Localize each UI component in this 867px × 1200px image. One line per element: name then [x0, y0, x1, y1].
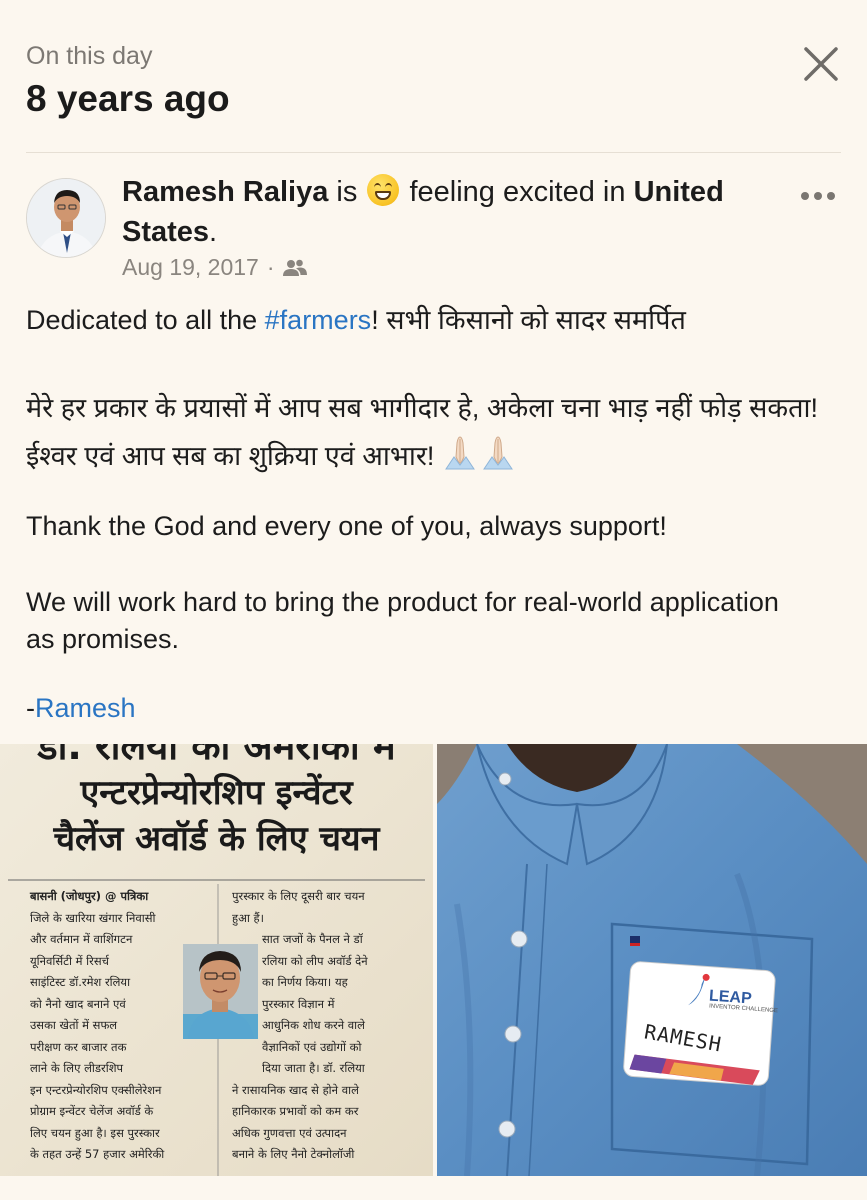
- newspaper-column-2: पुरस्कार के लिए दूसरी बार चयन हुआ हैं। स…: [232, 886, 428, 1166]
- memory-title: 8 years ago: [26, 78, 230, 119]
- col2-line: हुआ हैं।: [232, 910, 264, 925]
- close-icon: [804, 47, 838, 81]
- col1-line: साइंटिस्ट डॉ.रमेश रलिया: [30, 975, 131, 989]
- col1-line: के तहत उन्हें 57 हजार अमेरिकी: [30, 1147, 165, 1161]
- post-meta: Aug 19, 2017 ·: [122, 254, 307, 281]
- shirt-badge-photo[interactable]: LEAP INVENTOR CHALLENGE RAMESH: [437, 744, 867, 1176]
- col2-line: पुरस्कार के लिए दूसरी बार चयन: [232, 889, 365, 903]
- memory-header: On this day 8 years ago: [0, 0, 867, 152]
- post-date[interactable]: Aug 19, 2017: [122, 254, 259, 281]
- ramesh-link[interactable]: Ramesh: [35, 693, 136, 723]
- col2-line: का निर्णय किया। यह: [262, 975, 348, 989]
- paragraph-2-text: मेरे हर प्रकार के प्रयासों में आप सब भाग…: [26, 393, 818, 471]
- col2-line: बनाने के लिए नैनो टेक्नोलॉजी: [232, 1147, 355, 1161]
- col1-line: लिए चयन हुआ है। इस पुरस्कार: [30, 1125, 160, 1140]
- col1-line: लाने के लिए लीडरशिप: [30, 1061, 124, 1075]
- headline-line-2: एन्टरप्रेन्योरशिप इन्वेंटर: [80, 773, 353, 813]
- post-paragraph-4: We will work hard to bring the product f…: [26, 587, 779, 654]
- feeling-text: feeling excited in: [409, 176, 626, 208]
- col1-line: उसका खेतों में सफल: [30, 1018, 118, 1032]
- paragraph-1-text: Dedicated to all the: [26, 305, 265, 335]
- paragraph-1-hindi: ! सभी किसानो को सादर समर्पित: [371, 305, 686, 335]
- col2-line: दिया जाता है। डॉ. रलिया: [262, 1061, 365, 1075]
- farmers-hashtag-link[interactable]: #farmers: [265, 305, 372, 335]
- post-signature: -Ramesh: [26, 690, 136, 727]
- col2-line: पुरस्कार विज्ञान में: [262, 996, 335, 1011]
- more-options-button[interactable]: [799, 188, 837, 204]
- col2-line: रलिया को लीप अवॉर्ड देने: [262, 953, 368, 968]
- author-name[interactable]: Ramesh Raliya: [122, 176, 328, 208]
- memory-kicker: On this day: [26, 42, 153, 70]
- is-text: is: [336, 176, 358, 208]
- post-header: Ramesh Raliya is feeling excited in Unit…: [122, 172, 782, 252]
- more-options-icon: [801, 192, 835, 200]
- col1-line: प्रोग्राम इन्वेंटर चेलेंज अवॉर्ड के: [30, 1104, 154, 1118]
- col2-line: हानिकारक प्रभावों को कम कर: [232, 1104, 359, 1118]
- col1-line: को नैनो खाद बनाने एवं: [30, 996, 126, 1011]
- meta-separator: ·: [266, 254, 275, 280]
- col1-line: जिले के खारिया खंगार निवासी: [30, 910, 156, 925]
- header-divider: [26, 152, 841, 153]
- post-paragraph-2: मेरे हर प्रकार के प्रयासों में आप सब भाग…: [26, 384, 846, 480]
- col1-line: और वर्तमान में वाशिंगटन: [30, 932, 133, 946]
- col1-line: परीक्षण कर बाजार तक: [30, 1039, 127, 1054]
- close-button[interactable]: [801, 44, 841, 84]
- col1-line: इन एन्टरप्रेन्योरशिप एक्सीलेरेशन: [30, 1082, 162, 1097]
- post-photos: डा. रलिया का अमरीका में एन्टरप्रेन्योरशि…: [0, 744, 867, 1176]
- location-suffix: .: [209, 216, 218, 248]
- newspaper-column-1: बासनी (जोधपुर) @ पत्रिका जिले के खारिया …: [30, 886, 210, 1166]
- post-paragraph-1: Dedicated to all the #farmers! सभी किसान…: [26, 302, 686, 339]
- folded-hands-icon: [444, 436, 513, 470]
- col1-line: यूनिवर्सिटी में रिसर्च: [30, 953, 109, 968]
- col2-line: ने रासायनिक खाद से होने वाले: [232, 1082, 359, 1097]
- headline-line-1: डा. रलिया का अमरीका में: [37, 744, 396, 768]
- post-paragraph-3: Thank the God and every one of you, alwa…: [26, 511, 667, 541]
- col2-line: अधिक गुणवत्ता एवं उत्पादन: [232, 1125, 347, 1140]
- friends-audience-icon[interactable]: [282, 258, 307, 278]
- newspaper-clipping-photo[interactable]: डा. रलिया का अमरीका में एन्टरप्रेन्योरशि…: [0, 744, 433, 1176]
- newspaper-headline: डा. रलिया का अमरीका में एन्टरप्रेन्योरशि…: [0, 744, 433, 862]
- col2-line: वैज्ञानिकों एवं उद्योगों को: [262, 1039, 362, 1054]
- col2-line: सात जजों के पैनल ने डॉ: [262, 932, 363, 946]
- excited-emoji-icon: [367, 174, 400, 206]
- col2-line: आधुनिक शोध करने वाले: [262, 1018, 365, 1032]
- dateline: बासनी (जोधपुर) @ पत्रिका: [30, 889, 149, 903]
- author-avatar[interactable]: [26, 178, 106, 258]
- signature-dash: -: [26, 693, 35, 723]
- headline-line-3: चैलेंज अवॉर्ड के लिए चयन: [53, 819, 380, 859]
